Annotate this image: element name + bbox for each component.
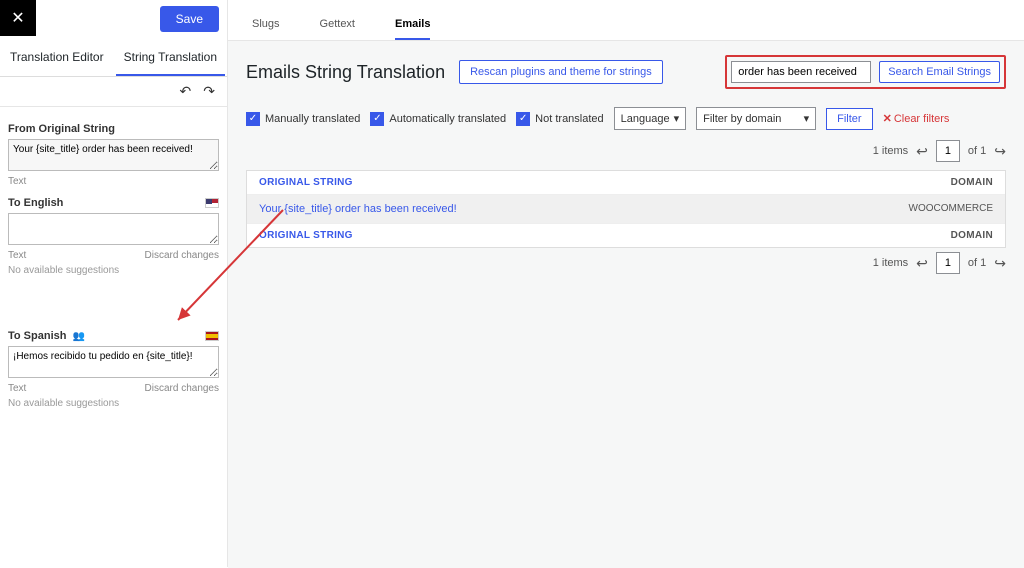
checkbox-icon	[246, 112, 260, 126]
language-select[interactable]: Language▾	[614, 107, 686, 130]
flag-us-icon	[205, 198, 219, 208]
to-english-textarea[interactable]	[8, 213, 219, 245]
tab-string-translation[interactable]: String Translation	[116, 40, 225, 76]
chevron-down-icon: ▾	[804, 112, 810, 125]
th-original: ORIGINAL STRING	[259, 177, 353, 188]
tab-slugs[interactable]: Slugs	[252, 10, 280, 40]
from-original-label: From Original String	[8, 123, 219, 135]
save-button[interactable]: Save	[160, 6, 219, 32]
row-domain: WOOCOMMERCE	[909, 203, 993, 215]
chevron-down-icon: ▾	[674, 112, 680, 125]
tab-gettext[interactable]: Gettext	[320, 10, 355, 40]
flag-es-icon	[205, 331, 219, 341]
history-nav: ↶ ↷	[0, 77, 227, 107]
discard-changes-es[interactable]: Discard changes	[145, 383, 219, 394]
row-original: Your {site_title} order has been receive…	[259, 203, 457, 215]
sidebar-tabs: Translation Editor String Translation	[0, 40, 227, 77]
close-button[interactable]: ✕	[0, 0, 36, 36]
items-count-b: 1 items	[873, 257, 908, 269]
undo-icon[interactable]: ↶	[180, 83, 192, 100]
next-page-icon[interactable]: ↪	[994, 143, 1006, 160]
next-page-icon-b[interactable]: ↪	[994, 255, 1006, 272]
search-group: Search Email Strings	[725, 55, 1006, 89]
text-label-es: Text	[8, 383, 26, 394]
close-icon: ✕	[11, 8, 24, 28]
main-tabs: Slugs Gettext Emails	[228, 0, 1024, 41]
chk-manual[interactable]: Manually translated	[246, 112, 360, 126]
rescan-button[interactable]: Rescan plugins and theme for strings	[459, 60, 663, 84]
sidebar: ✕ Save Translation Editor String Transla…	[0, 0, 228, 567]
domain-select[interactable]: Filter by domain▾	[696, 107, 816, 130]
page-input[interactable]	[936, 140, 960, 162]
tab-translation-editor[interactable]: Translation Editor	[2, 40, 112, 76]
to-spanish-textarea[interactable]	[8, 346, 219, 378]
from-original-textarea[interactable]	[8, 139, 219, 171]
text-label-en: Text	[8, 250, 26, 261]
strings-table: ORIGINAL STRING DOMAIN Your {site_title}…	[246, 170, 1006, 248]
prev-page-icon-b[interactable]: ↩	[916, 255, 928, 272]
th-original-2: ORIGINAL STRING	[259, 230, 353, 241]
search-button[interactable]: Search Email Strings	[879, 61, 1000, 83]
x-icon: ✕	[883, 113, 892, 125]
to-spanish-label: To Spanish 👥	[8, 330, 85, 342]
text-label: Text	[8, 176, 26, 187]
checkbox-icon	[370, 112, 384, 126]
chk-not[interactable]: Not translated	[516, 112, 603, 126]
search-input[interactable]	[731, 61, 871, 83]
people-icon: 👥	[72, 331, 84, 342]
filters-row: Manually translated Automatically transl…	[246, 107, 1006, 130]
prev-page-icon[interactable]: ↩	[916, 143, 928, 160]
page-title: Emails String Translation	[246, 62, 445, 83]
chk-auto[interactable]: Automatically translated	[370, 112, 506, 126]
of-label: of 1	[968, 145, 986, 157]
tab-emails[interactable]: Emails	[395, 10, 430, 40]
th-domain-2: DOMAIN	[951, 230, 993, 241]
redo-icon[interactable]: ↷	[203, 83, 215, 100]
to-english-label: To English	[8, 197, 63, 209]
filter-button[interactable]: Filter	[826, 108, 872, 130]
pager-bottom: 1 items ↩ of 1 ↪	[246, 252, 1006, 274]
table-row[interactable]: Your {site_title} order has been receive…	[247, 194, 1005, 223]
no-suggestions-en: No available suggestions	[8, 265, 219, 276]
checkbox-icon	[516, 112, 530, 126]
no-suggestions-es: No available suggestions	[8, 398, 219, 409]
th-domain: DOMAIN	[951, 177, 993, 188]
of-label-b: of 1	[968, 257, 986, 269]
main-area: Slugs Gettext Emails Emails String Trans…	[228, 0, 1024, 567]
clear-filters[interactable]: ✕Clear filters	[883, 112, 950, 125]
items-count: 1 items	[873, 145, 908, 157]
page-input-b[interactable]	[936, 252, 960, 274]
pager-top: 1 items ↩ of 1 ↪	[246, 140, 1006, 162]
discard-changes-en[interactable]: Discard changes	[145, 250, 219, 261]
